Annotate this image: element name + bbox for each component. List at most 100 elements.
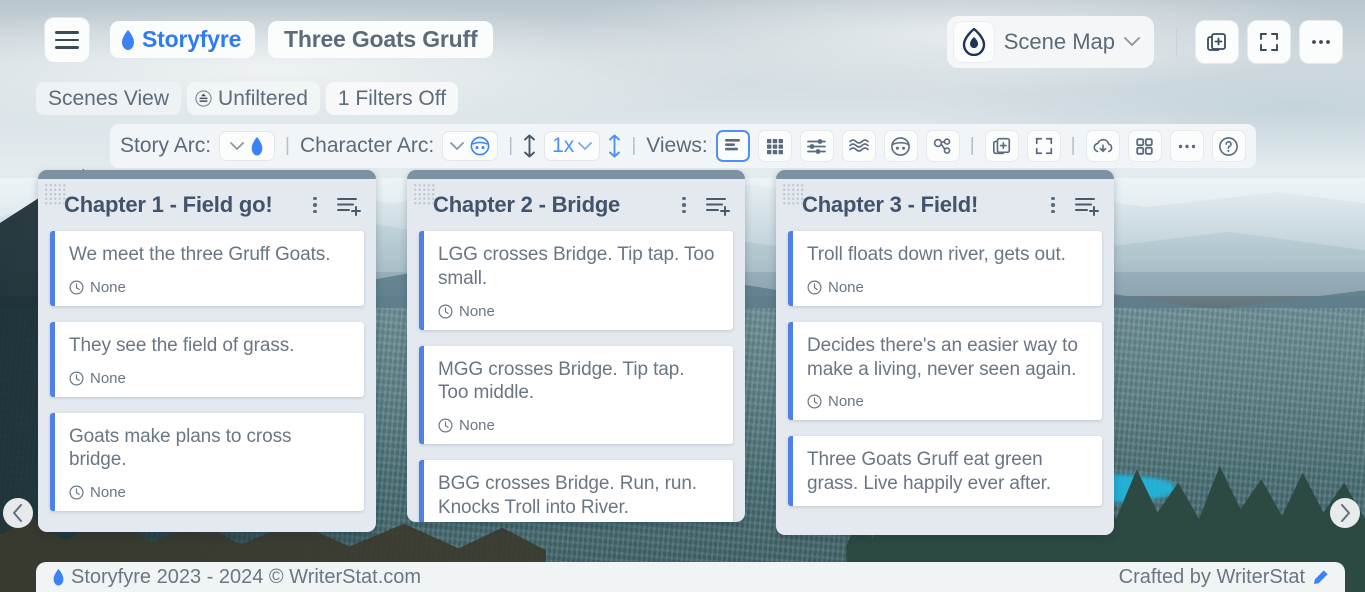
scene-card-meta-label: None [828,279,864,296]
scene-card-meta: None [807,279,1088,296]
chip-unfiltered[interactable]: Unfiltered [187,82,320,115]
view-sliders-button[interactable] [800,130,834,162]
vertical-arrows-icon [523,134,536,158]
scene-card[interactable]: LGG crosses Bridge. Tip tap. Too small. … [419,231,733,330]
more-button[interactable] [1170,130,1204,162]
menu-icon-line [55,46,79,49]
more-options-button[interactable] [1299,20,1343,64]
column-menu-button[interactable] [674,197,694,214]
view-waves-button[interactable] [842,130,876,162]
apps-grid-icon [1135,137,1154,156]
scene-card[interactable]: Decides there's an easier way to make a … [788,322,1102,421]
views-label: Views: [646,134,707,158]
chevron-left-icon [11,504,25,522]
scene-card-meta-label: None [90,370,126,387]
footer-copyright-label: Storyfyre 2023 - 2024 © WriterStat.com [71,566,421,589]
story-arc-label: Story Arc: [120,134,211,158]
ellipsis-icon [1310,38,1332,46]
menu-button[interactable] [44,17,90,63]
clock-icon [69,280,84,295]
chip-unfiltered-label: Unfiltered [218,87,308,111]
board-column[interactable]: Chapter 3 - Field! Troll floats down riv… [776,170,1114,535]
character-icon [890,136,911,157]
scene-board: Chapter 1 - Field go! We meet the three … [0,170,1365,538]
column-card-list: We meet the three Gruff Goats. None They… [38,231,376,523]
column-drag-handle-icon[interactable] [782,183,804,205]
toolbar-divider: | [629,135,638,157]
menu-icon-line [55,31,79,34]
scene-card-meta: None [69,484,350,501]
column-drag-handle-icon[interactable] [413,183,435,205]
scene-card-meta: None [69,370,350,387]
character-icon [470,136,490,156]
chip-filters-off[interactable]: 1 Filters Off [326,82,458,115]
scene-card[interactable]: Troll floats down river, gets out. None [788,231,1102,306]
column-add-card-button[interactable] [1073,194,1100,216]
footer-credit[interactable]: Crafted by WriterStat [1119,566,1329,589]
expand-button[interactable] [1027,130,1061,162]
zoom-level-select[interactable]: 1x [544,131,600,161]
column-menu-button[interactable] [305,197,325,214]
add-card-button[interactable] [985,130,1019,162]
character-arc-label: Character Arc: [300,134,434,158]
toolbar-divider: | [968,135,977,157]
chevron-down-icon [578,142,592,151]
scene-card[interactable]: Three Goats Gruff eat green grass. Live … [788,436,1102,506]
view-grid-button[interactable] [758,130,792,162]
toolbar-divider: | [506,135,515,157]
chevron-down-icon [450,142,464,151]
view-network-button[interactable] [926,130,960,162]
character-arc-select[interactable] [442,131,498,161]
height-increase-button[interactable] [608,134,621,158]
copy-plus-icon [1206,31,1228,53]
column-drag-handle-icon[interactable] [44,183,66,205]
footer-bar: Storyfyre 2023 - 2024 © WriterStat.com C… [36,562,1345,592]
scene-card-meta-label: None [459,417,495,434]
board-column[interactable]: Chapter 2 - Bridge LGG crosses Bridge. T… [407,170,745,522]
fullscreen-button[interactable] [1247,20,1291,64]
apps-button[interactable] [1128,130,1162,162]
view-character-button[interactable] [884,130,918,162]
chip-scenes-view-label: Scenes View [48,87,169,111]
view-list-button[interactable] [716,130,750,162]
column-add-card-button[interactable] [704,194,731,216]
flame-icon [52,569,65,586]
column-drag-bar[interactable] [407,170,745,179]
scene-card-meta-label: None [459,303,495,320]
scene-card[interactable]: They see the field of grass. None [50,322,364,397]
pencil-icon [1312,569,1329,586]
project-name-label: Three Goats Gruff [284,26,477,53]
story-arc-select[interactable] [219,131,275,161]
waves-icon [848,137,870,155]
scene-card[interactable]: We meet the three Gruff Goats. None [50,231,364,306]
column-title: Chapter 1 - Field go! [64,192,305,218]
column-title: Chapter 2 - Bridge [433,192,674,218]
scene-card[interactable]: Goats make plans to cross bridge. None [50,413,364,512]
header-right-controls: Scene Map [947,16,1343,68]
chevron-down-icon [1124,37,1140,47]
board-prev-button[interactable] [3,498,33,528]
chip-scenes-view[interactable]: Scenes View [36,82,181,115]
scene-card-text: Troll floats down river, gets out. [807,243,1088,267]
scene-card-meta: None [438,303,719,320]
column-drag-bar[interactable] [38,170,376,179]
footer-copyright: Storyfyre 2023 - 2024 © WriterStat.com [52,566,421,589]
add-list-icon [704,194,731,216]
height-decrease-button[interactable] [523,134,536,158]
brand-logo-button[interactable]: Storyfyre [110,21,255,58]
help-button[interactable] [1212,130,1246,162]
scene-card[interactable]: BGG crosses Bridge. Run, run. Knocks Tro… [419,460,733,522]
column-add-card-button[interactable] [335,194,362,216]
column-drag-bar[interactable] [776,170,1114,179]
view-mode-selector[interactable]: Scene Map [947,16,1154,68]
board-next-button[interactable] [1330,498,1360,528]
board-column[interactable]: Chapter 1 - Field go! We meet the three … [38,170,376,532]
scene-card-meta-label: None [90,484,126,501]
column-header: Chapter 1 - Field go! [38,179,376,231]
cloud-download-button[interactable] [1086,130,1120,162]
duplicate-button[interactable] [1195,20,1239,64]
column-menu-button[interactable] [1043,197,1063,214]
scene-card[interactable]: MGG crosses Bridge. Tip tap. Too middle.… [419,346,733,445]
add-list-icon [1073,194,1100,216]
project-name-button[interactable]: Three Goats Gruff [268,21,493,58]
